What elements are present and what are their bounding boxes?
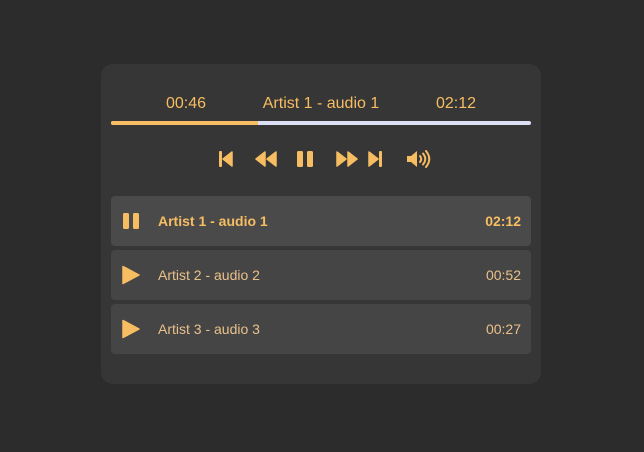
- rewind-icon: [255, 151, 277, 167]
- fast-forward-icon: [336, 151, 358, 167]
- progress-fill: [111, 121, 258, 125]
- skip-previous-button[interactable]: [214, 148, 238, 170]
- playlist-item[interactable]: Artist 1 - audio 1 02:12: [111, 196, 531, 246]
- track-name: Artist 3 - audio 3: [158, 321, 260, 337]
- rewind-button[interactable]: [254, 148, 278, 170]
- track-duration: 02:12: [485, 213, 521, 229]
- track-name: Artist 1 - audio 1: [158, 213, 268, 229]
- skip-next-button[interactable]: [363, 148, 387, 170]
- pause-icon[interactable]: [121, 211, 141, 231]
- audio-player: 00:46 Artist 1 - audio 1 02:12 Artist 1 …: [101, 64, 541, 384]
- track-name: Artist 2 - audio 2: [158, 267, 260, 283]
- track-duration: 00:27: [485, 321, 521, 337]
- skip-next-icon: [368, 151, 382, 167]
- pause-button[interactable]: [293, 148, 317, 170]
- now-playing-bar: 00:46 Artist 1 - audio 1 02:12: [111, 92, 531, 116]
- playback-controls: [101, 148, 541, 170]
- volume-button[interactable]: [405, 148, 433, 170]
- playlist-item[interactable]: Artist 3 - audio 3 00:27: [111, 304, 531, 354]
- track-duration: 00:52: [485, 267, 521, 283]
- volume-icon: [406, 150, 432, 168]
- total-duration: 02:12: [435, 95, 476, 112]
- fast-forward-button[interactable]: [335, 148, 359, 170]
- pause-icon: [296, 150, 314, 168]
- play-icon[interactable]: [121, 265, 141, 285]
- skip-previous-icon: [219, 151, 233, 167]
- progress-bar[interactable]: [111, 121, 531, 125]
- playlist: Artist 1 - audio 1 02:12 Artist 2 - audi…: [111, 196, 531, 358]
- playlist-item[interactable]: Artist 2 - audio 2 00:52: [111, 250, 531, 300]
- play-icon[interactable]: [121, 319, 141, 339]
